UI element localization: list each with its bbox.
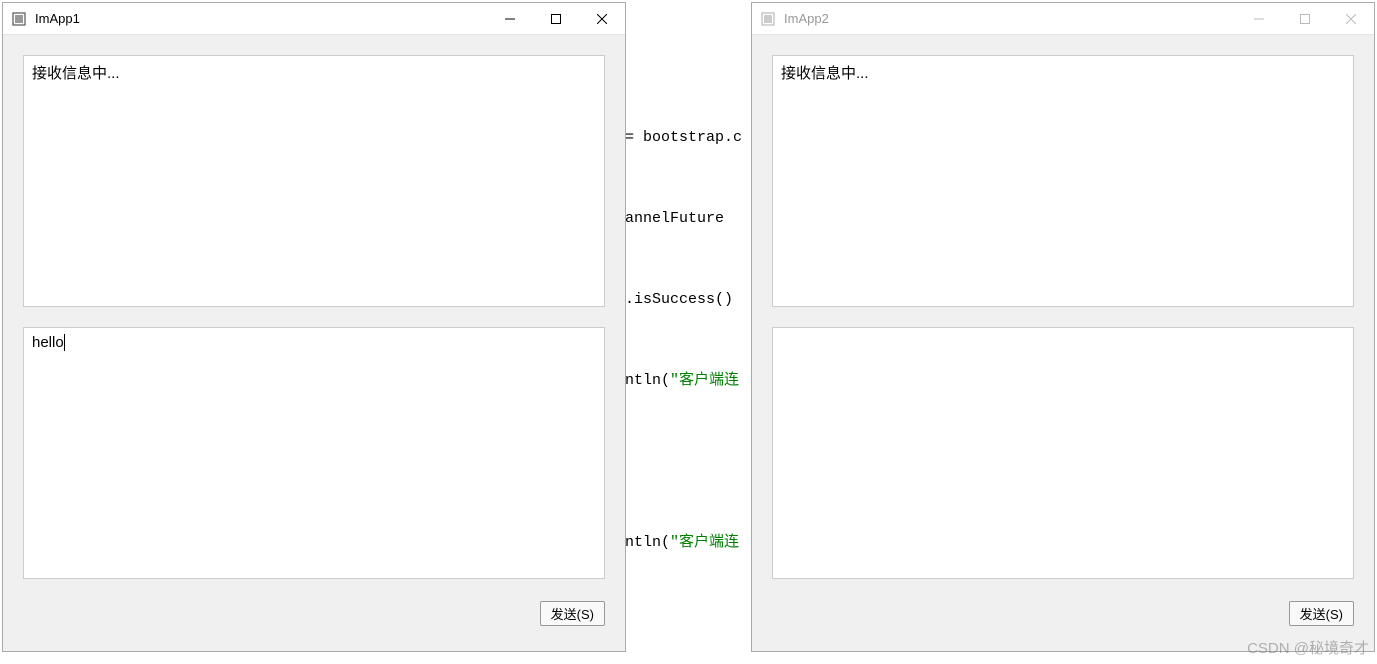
maximize-button[interactable] xyxy=(533,3,579,34)
titlebar[interactable]: ImApp1 xyxy=(3,3,625,35)
window-title: ImApp1 xyxy=(35,11,487,26)
window-imapp1: ImApp1 接收信息中... hello 发送(S) xyxy=(2,2,626,652)
send-textarea[interactable]: hello xyxy=(23,327,605,579)
close-button[interactable] xyxy=(1328,3,1374,34)
app-icon xyxy=(760,11,776,27)
window-imapp2: ImApp2 接收信息中... 发送(S) xyxy=(751,2,1375,652)
close-button[interactable] xyxy=(579,3,625,34)
window-title: ImApp2 xyxy=(784,11,1236,26)
send-button[interactable]: 发送(S) xyxy=(540,601,605,626)
text-cursor xyxy=(64,334,65,351)
receive-textarea[interactable]: 接收信息中... xyxy=(23,55,605,307)
titlebar[interactable]: ImApp2 xyxy=(752,3,1374,35)
code-editor-fragment: = bootstrap.c annelFuture .isSuccess() n… xyxy=(625,0,765,664)
maximize-button[interactable] xyxy=(1282,3,1328,34)
minimize-button[interactable] xyxy=(487,3,533,34)
minimize-button[interactable] xyxy=(1236,3,1282,34)
receive-textarea[interactable]: 接收信息中... xyxy=(772,55,1354,307)
send-button[interactable]: 发送(S) xyxy=(1289,601,1354,626)
app-icon xyxy=(11,11,27,27)
send-textarea[interactable] xyxy=(772,327,1354,579)
